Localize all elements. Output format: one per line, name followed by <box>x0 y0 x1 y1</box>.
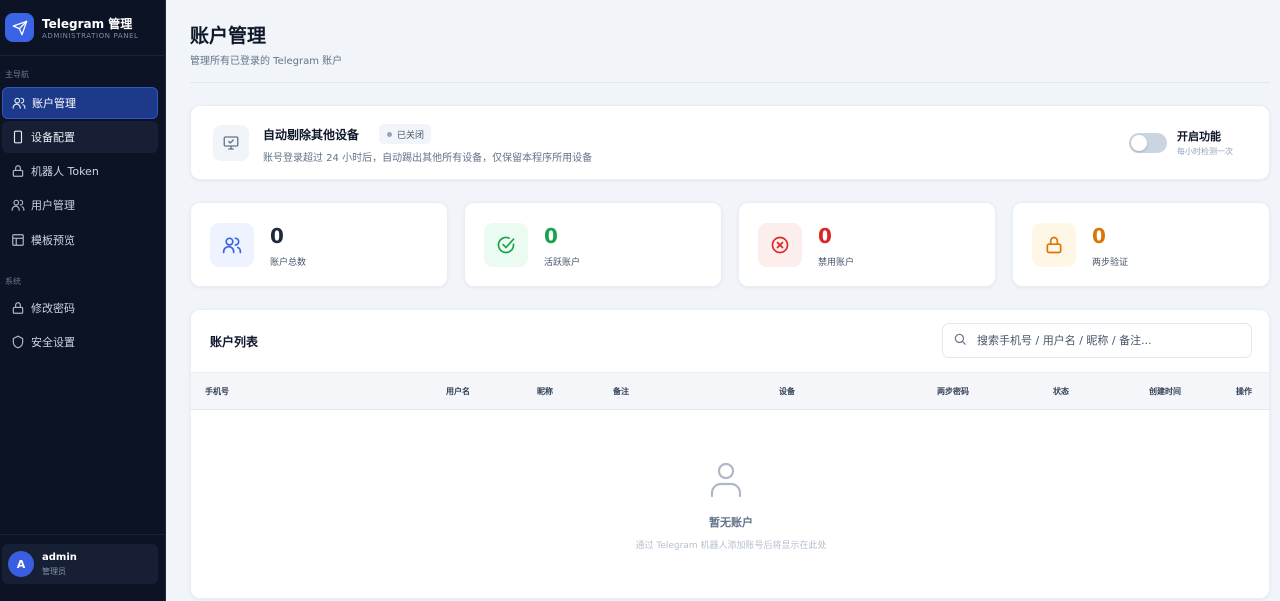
account-list-title: 账户列表 <box>210 335 259 349</box>
device-icon <box>11 130 25 144</box>
sidebar-item-label: 修改密码 <box>31 302 75 315</box>
check-circle-icon <box>484 223 528 267</box>
sidebar-item-security-settings[interactable]: 安全设置 <box>2 326 158 358</box>
column-header-username[interactable]: 用户名 <box>446 386 470 397</box>
auto-remove-title: 自动剔除其他设备 <box>263 128 360 142</box>
brand-title: Telegram 管理 <box>42 17 133 31</box>
sidebar-item-label: 用户管理 <box>31 199 75 212</box>
users-icon <box>12 96 26 110</box>
toggle-knob <box>1131 135 1147 151</box>
page-subtitle: 管理所有已登录的 Telegram 账户 <box>190 56 343 67</box>
stat-value: 0 <box>818 224 832 248</box>
stat-card-total-accounts: 0 账户总数 <box>190 202 448 287</box>
search-box <box>942 323 1252 358</box>
sidebar-item-device-config[interactable]: 设备配置 <box>2 121 158 153</box>
column-header-device[interactable]: 设备 <box>779 386 795 397</box>
column-header-two-step-password[interactable]: 两步密码 <box>937 386 969 397</box>
stat-label: 禁用账户 <box>818 258 855 268</box>
sidebar-item-label: 机器人 Token <box>31 165 99 178</box>
enable-feature-toggle[interactable] <box>1129 133 1167 153</box>
stat-value: 0 <box>1092 224 1106 248</box>
lock-icon <box>11 164 25 178</box>
toggle-label: 开启功能 <box>1177 130 1221 143</box>
x-circle-icon <box>758 223 802 267</box>
status-badge: 已关闭 <box>379 124 432 144</box>
shield-icon <box>11 335 25 349</box>
stat-value: 0 <box>544 224 558 248</box>
account-list-card: 账户列表 手机号 用户名 昵称 备注 设备 两步密码 状态 创建时间 操作 暂无… <box>190 309 1270 599</box>
sidebar: Telegram 管理 ADMINISTRATION PANEL 主导航 账户管… <box>0 0 166 601</box>
user-name: admin <box>42 552 77 563</box>
sidebar-divider <box>0 534 166 535</box>
sidebar-item-label: 账户管理 <box>32 97 76 110</box>
lock-icon <box>1032 223 1076 267</box>
stat-card-two-step: 0 两步验证 <box>1012 202 1270 287</box>
sidebar-item-accounts[interactable]: 账户管理 <box>2 87 158 119</box>
sidebar-item-bot-token[interactable]: 机器人 Token <box>2 155 158 187</box>
search-icon <box>953 331 967 350</box>
empty-state-title: 暂无账户 <box>709 516 753 529</box>
brand: Telegram 管理 ADMINISTRATION PANEL <box>0 0 166 56</box>
sidebar-item-user-management[interactable]: 用户管理 <box>2 189 158 221</box>
stat-label: 两步验证 <box>1092 258 1129 268</box>
table-header: 手机号 用户名 昵称 备注 设备 两步密码 状态 创建时间 操作 <box>191 372 1269 410</box>
user-icon <box>709 460 743 498</box>
users-icon <box>11 198 25 212</box>
column-header-status[interactable]: 状态 <box>1053 386 1069 397</box>
page-title: 账户管理 <box>190 25 267 47</box>
user-role: 管理员 <box>42 567 66 576</box>
sidebar-item-template-preview[interactable]: 模板预览 <box>2 224 158 256</box>
column-header-phone[interactable]: 手机号 <box>205 386 229 397</box>
system-section-label: 系统 <box>5 277 21 286</box>
header-divider <box>190 82 1270 83</box>
auto-remove-description: 账号登录超过 24 小时后，自动踢出其他所有设备，仅保留本程序所用设备 <box>263 153 593 164</box>
layout-icon <box>11 233 25 247</box>
search-input[interactable] <box>977 334 1237 347</box>
brand-subtitle: ADMINISTRATION PANEL <box>42 32 139 40</box>
sidebar-item-change-password[interactable]: 修改密码 <box>2 292 158 324</box>
status-dot <box>387 131 392 137</box>
toggle-subtitle: 每小时检测一次 <box>1177 147 1233 156</box>
lock-icon <box>11 301 25 315</box>
current-user-card[interactable]: A admin 管理员 <box>2 544 158 584</box>
column-header-nickname[interactable]: 昵称 <box>537 386 553 397</box>
status-badge-label: 已关闭 <box>397 130 425 141</box>
sidebar-item-label: 设备配置 <box>31 131 75 144</box>
users-icon <box>210 223 254 267</box>
column-header-created-at[interactable]: 创建时间 <box>1149 386 1181 397</box>
sidebar-item-label: 安全设置 <box>31 336 75 349</box>
column-header-remark[interactable]: 备注 <box>613 386 629 397</box>
sidebar-item-label: 模板预览 <box>31 234 75 247</box>
stat-label: 账户总数 <box>270 258 307 268</box>
monitor-icon <box>213 125 249 161</box>
stat-card-disabled-accounts: 0 禁用账户 <box>738 202 996 287</box>
telegram-logo-icon <box>5 13 34 42</box>
main-nav-section-label: 主导航 <box>5 70 29 79</box>
auto-remove-devices-card: 自动剔除其他设备 已关闭 账号登录超过 24 小时后，自动踢出其他所有设备，仅保… <box>190 105 1270 180</box>
stat-value: 0 <box>270 224 284 248</box>
stat-card-active-accounts: 0 活跃账户 <box>464 202 722 287</box>
stat-label: 活跃账户 <box>544 258 581 268</box>
column-header-actions[interactable]: 操作 <box>1236 386 1252 397</box>
empty-state-subtitle: 通过 Telegram 机器人添加账号后将显示在此处 <box>635 541 827 551</box>
avatar: A <box>8 551 34 577</box>
